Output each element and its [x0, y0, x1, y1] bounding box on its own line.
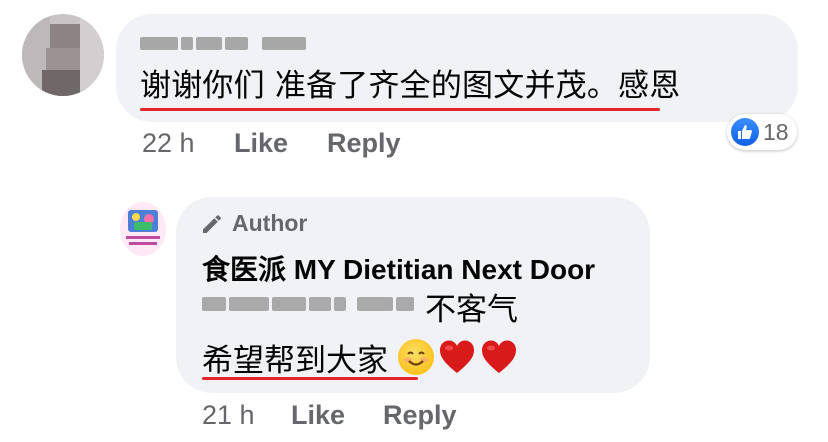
spellcheck-underline [202, 377, 418, 380]
commenter-name-blurred[interactable] [140, 30, 306, 56]
page-avatar[interactable] [120, 202, 166, 256]
like-icon [731, 118, 759, 146]
pencil-icon [203, 214, 221, 233]
red-heart-emoji [438, 339, 476, 375]
commenter-avatar[interactable] [22, 14, 104, 96]
reply-timestamp[interactable]: 21 h [202, 400, 255, 430]
comment-meta: 22 h [142, 128, 195, 159]
reaction-summary[interactable]: 18 [727, 114, 797, 150]
reply-line-1: 不客气 [202, 286, 518, 328]
reply-text-2: 希望帮到大家 [202, 342, 388, 379]
mentioned-name-blurred[interactable] [202, 296, 417, 316]
like-link[interactable]: Like [234, 128, 288, 159]
page-name-link[interactable]: 食医派 MY Dietitian Next Door [202, 248, 595, 288]
reaction-count: 18 [763, 118, 789, 145]
comment-timestamp[interactable]: 22 h [142, 128, 195, 158]
comment-text: 谢谢你们 准备了齐全的图文并茂。感恩 [140, 68, 681, 104]
smiling-face-emoji [398, 339, 434, 375]
reply-meta: 21 h [202, 400, 255, 431]
red-heart-emoji [480, 339, 518, 375]
spellcheck-underline [140, 108, 660, 111]
author-badge: Author [200, 210, 307, 237]
author-badge-label: Author [232, 210, 308, 236]
reply-link[interactable]: Reply [327, 128, 401, 159]
reply-text-1: 不客气 [425, 291, 518, 328]
page-logo [120, 202, 166, 256]
reply-line-2: 希望帮到大家 [202, 337, 518, 379]
reply-like-link[interactable]: Like [291, 400, 345, 431]
reply-reply-link[interactable]: Reply [383, 400, 457, 431]
